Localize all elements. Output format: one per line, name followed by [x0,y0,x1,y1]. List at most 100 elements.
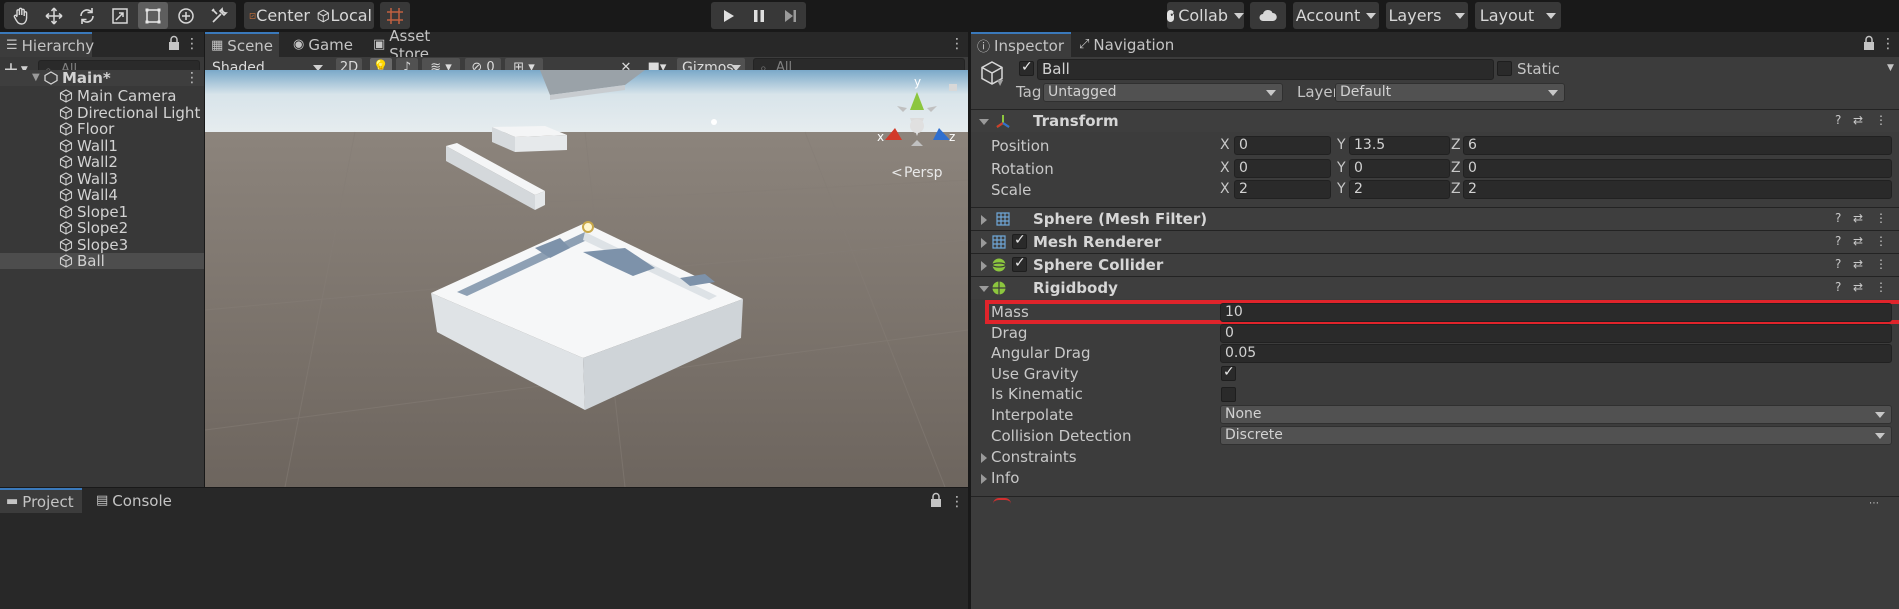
scene-viewport[interactable]: y x z < Persp [205,70,968,487]
hierarchy-menu-icon[interactable]: ⋮ [185,34,199,54]
static-checkbox[interactable] [1497,61,1512,76]
help-icon[interactable]: ? [1835,113,1841,127]
layers-dropdown[interactable]: Layers [1386,2,1468,29]
pivot-local-button[interactable]: Local [312,2,372,29]
scene-menu-icon[interactable]: ⋮ [950,34,964,54]
preset-icon[interactable]: ⇄ [1853,280,1863,294]
transform-tool-icon[interactable] [171,2,201,29]
tab-game[interactable]: ◉ Game [287,32,357,57]
scale-z-field[interactable]: 2 [1463,180,1892,199]
position-x-field[interactable]: 0 [1234,136,1331,155]
lock-icon[interactable] [930,492,942,508]
chevron-down-icon[interactable]: ▼ [1887,63,1894,73]
component-menu-icon[interactable]: ⋮ [1875,211,1887,225]
tab-asset-store[interactable]: ▣ Asset Store [367,27,467,63]
position-y-field[interactable]: 13.5 [1349,136,1450,155]
play-button[interactable] [713,2,742,29]
sphere-collider-header[interactable]: Sphere Collider ? ⇄ ⋮ [971,253,1899,276]
component-menu-icon[interactable]: ⋮ [1875,234,1887,248]
rotation-z-field[interactable]: 0 [1463,159,1892,178]
drag-field[interactable]: 0 [1220,324,1892,343]
mesh-renderer-header[interactable]: Mesh Renderer ? ⇄ ⋮ [971,230,1899,253]
tab-scene[interactable]: ▦ Scene [205,32,279,57]
account-dropdown[interactable]: Account [1293,2,1379,29]
hierarchy-item[interactable]: Slope2 [0,220,204,236]
mesh-filter-header[interactable]: Sphere (Mesh Filter) ? ⇄ ⋮ [971,207,1899,230]
hierarchy-item[interactable]: Floor [0,121,204,137]
preset-icon[interactable]: ⇄ [1853,257,1863,271]
pause-button[interactable] [744,2,773,29]
object-active-checkbox[interactable] [1019,59,1034,76]
angular-drag-field[interactable]: 0.05 [1220,344,1892,363]
help-icon[interactable]: ? [1835,280,1841,294]
constraints-foldout[interactable]: Constraints [991,447,1077,467]
bottom-menu-icon[interactable]: ⋮ [950,492,964,512]
scale-x-field[interactable]: 2 [1234,180,1331,199]
position-z-field[interactable]: 6 [1463,136,1892,155]
component-menu-icon[interactable]: ⋮ [1875,280,1887,294]
preset-icon[interactable]: ⇄ [1853,211,1863,225]
sphere-collider-enabled-checkbox[interactable] [1012,255,1027,272]
tab-navigation[interactable]: ⤢ Navigation [1073,32,1183,57]
preset-icon[interactable]: ⇄ [1853,113,1863,127]
tab-inspector[interactable]: ⓘ Inspector [971,32,1071,57]
use-gravity-checkbox[interactable] [1221,364,1236,381]
component-menu-icon[interactable]: ⋯ [1869,498,1879,509]
hierarchy-item[interactable]: Directional Light [0,105,204,121]
scale-x-axis-label[interactable]: X [1220,180,1230,199]
custom-tool-icon[interactable] [204,2,234,29]
rect-tool-icon[interactable] [138,2,168,29]
is-kinematic-checkbox[interactable] [1221,387,1236,402]
scale-y-axis-label[interactable]: Y [1337,180,1346,199]
position-z-axis-label[interactable]: Z [1451,136,1461,155]
hierarchy-item[interactable]: Wall4 [0,187,204,203]
grid-snap-icon[interactable] [380,2,410,29]
hierarchy-item[interactable]: Ball [0,253,204,269]
lock-icon[interactable] [1863,35,1875,51]
interpolate-dropdown[interactable]: None [1220,405,1892,424]
preset-icon[interactable]: ⇄ [1853,234,1863,248]
chevron-down-icon[interactable]: ▼ [997,78,1003,87]
rotation-x-field[interactable]: 0 [1234,159,1331,178]
lock-icon[interactable] [168,35,180,51]
scale-tool-icon[interactable] [105,2,135,29]
help-icon[interactable]: ? [1835,257,1841,271]
tab-console[interactable]: ▤ Console [90,488,180,513]
tag-dropdown[interactable]: Untagged [1043,83,1283,102]
component-menu-icon[interactable]: ⋮ [1875,113,1887,127]
lock-icon[interactable] [949,84,957,91]
rotation-z-axis-label[interactable]: Z [1451,159,1461,178]
hierarchy-item[interactable]: Main Camera [0,88,204,104]
position-x-axis-label[interactable]: X [1220,136,1230,155]
info-foldout[interactable]: Info [991,468,1019,488]
hand-tool-icon[interactable] [6,2,36,29]
help-icon[interactable]: ? [1835,234,1841,248]
object-name-field[interactable]: Ball [1037,59,1494,80]
layout-dropdown[interactable]: Layout [1475,2,1561,29]
projection-label[interactable]: Persp [904,165,943,181]
rotation-y-axis-label[interactable]: Y [1337,159,1346,178]
rigidbody-header[interactable]: Rigidbody ? ⇄ ⋮ [971,276,1899,299]
move-tool-icon[interactable] [39,2,69,29]
collision-detection-dropdown[interactable]: Discrete [1220,426,1892,445]
rotate-tool-icon[interactable] [72,2,102,29]
transform-header[interactable]: Transform ? ⇄ ⋮ [971,109,1899,132]
component-menu-icon[interactable]: ⋮ [1875,257,1887,271]
mesh-renderer-enabled-checkbox[interactable] [1012,232,1027,249]
scale-z-axis-label[interactable]: Z [1451,180,1461,199]
hierarchy-item[interactable]: Wall3 [0,171,204,187]
hierarchy-item[interactable]: Wall1 [0,138,204,154]
inspector-menu-icon[interactable]: ⋮ [1881,34,1895,54]
hierarchy-item[interactable]: Wall2 [0,154,204,170]
scale-y-field[interactable]: 2 [1349,180,1450,199]
scene-root-row[interactable]: ▼ Main* ⋮ [0,70,204,86]
tab-hierarchy[interactable]: ☰ Hierarchy [0,32,94,57]
rotation-x-axis-label[interactable]: X [1220,159,1230,178]
layer-dropdown[interactable]: Default [1335,83,1565,102]
tab-project[interactable]: ▬ Project [0,488,82,513]
collab-dropdown[interactable]: ✓ Collab [1167,2,1244,29]
pivot-center-button[interactable]: Center [246,2,310,29]
position-y-axis-label[interactable]: Y [1337,136,1346,155]
hierarchy-item[interactable]: Slope3 [0,237,204,253]
mass-field[interactable]: 10 [1220,303,1892,322]
